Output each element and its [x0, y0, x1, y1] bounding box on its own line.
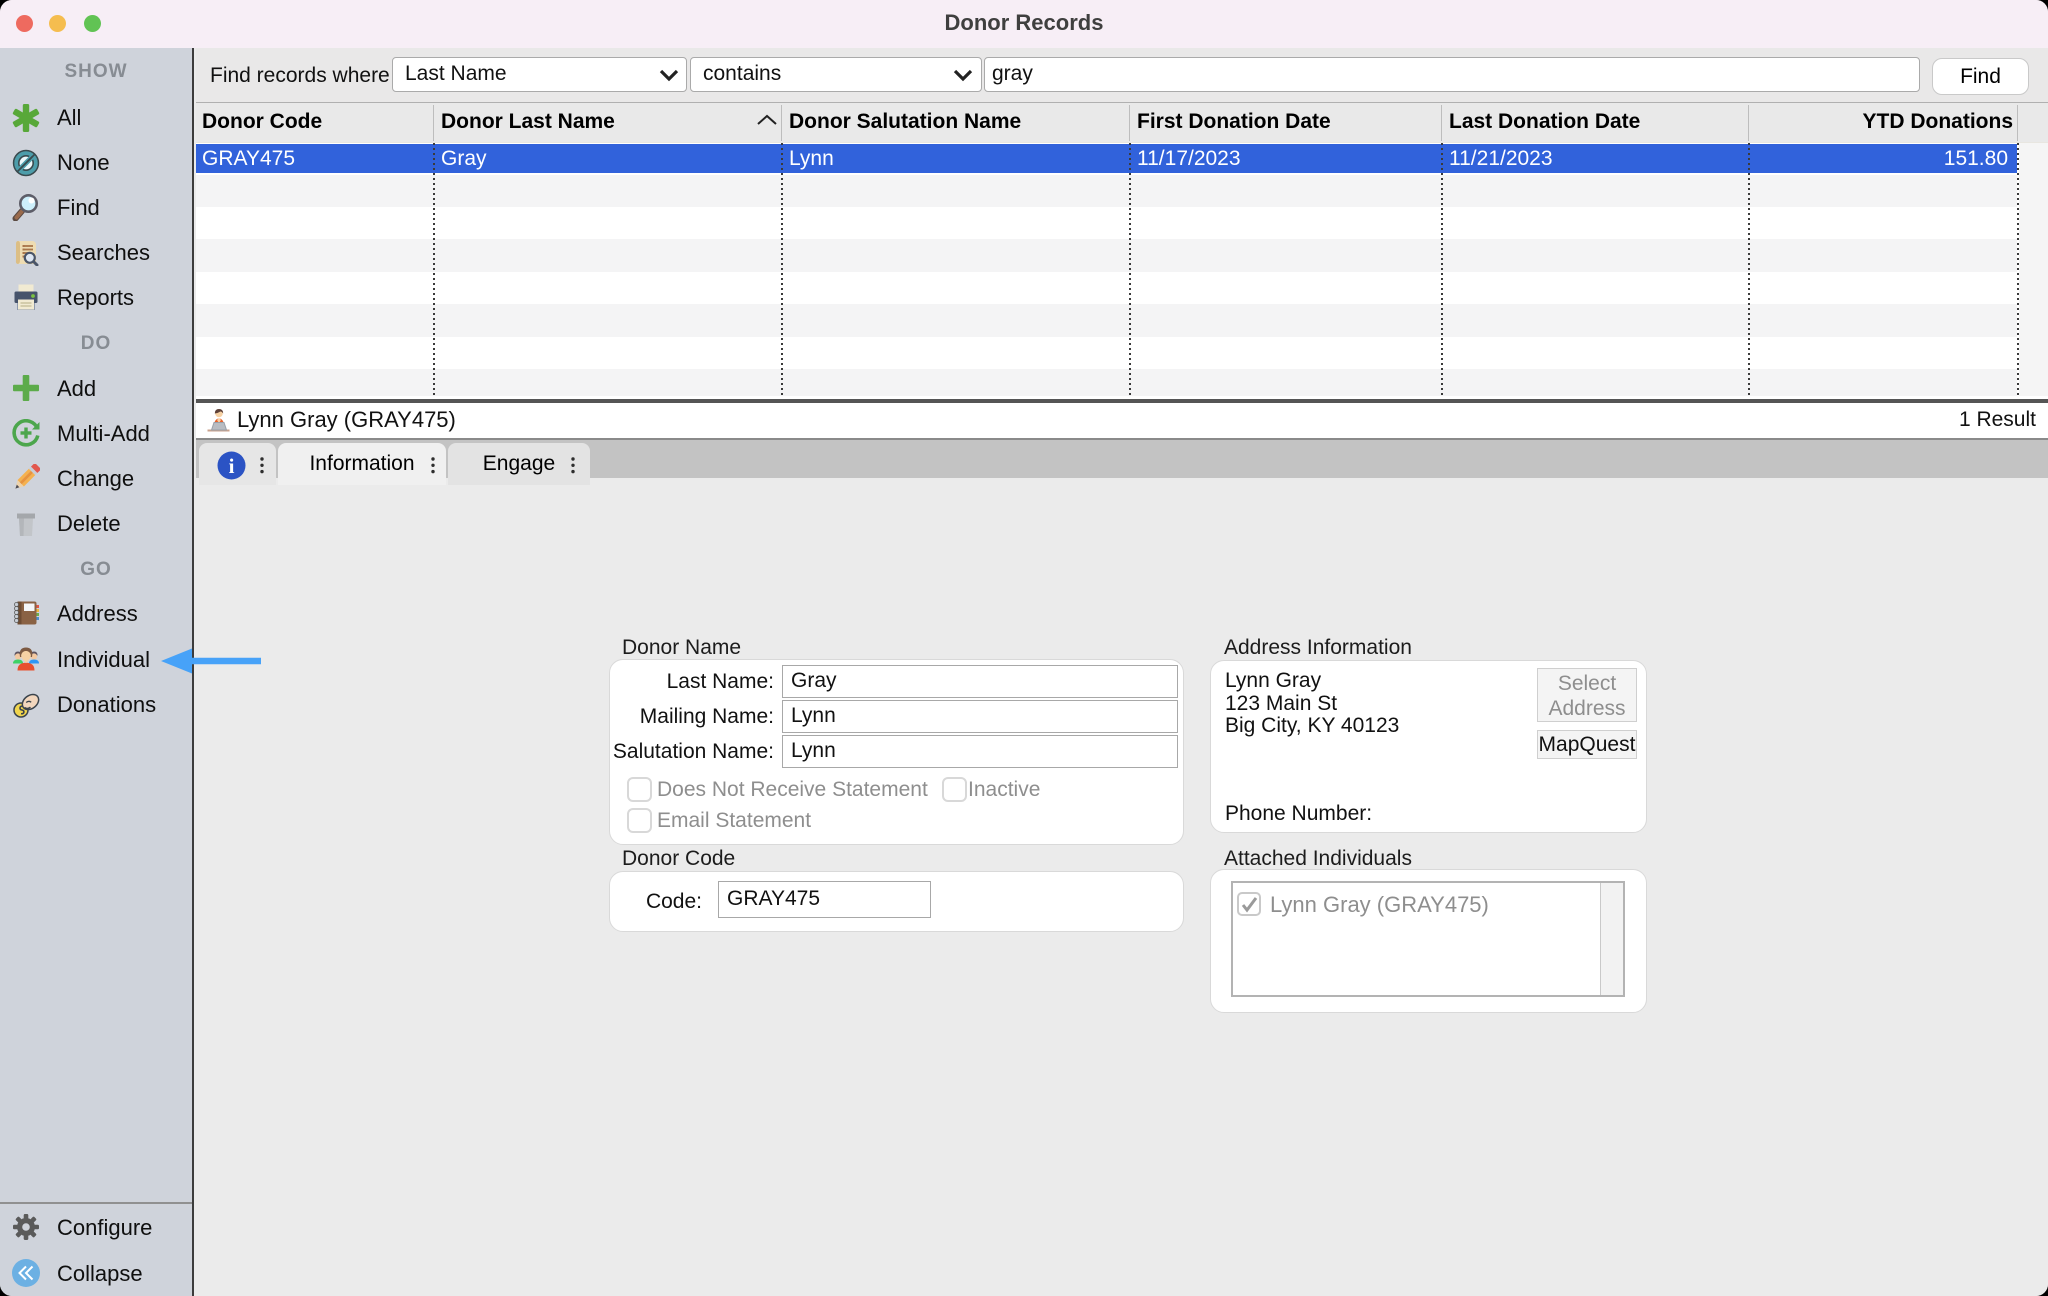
svg-text:i: i	[229, 454, 235, 478]
